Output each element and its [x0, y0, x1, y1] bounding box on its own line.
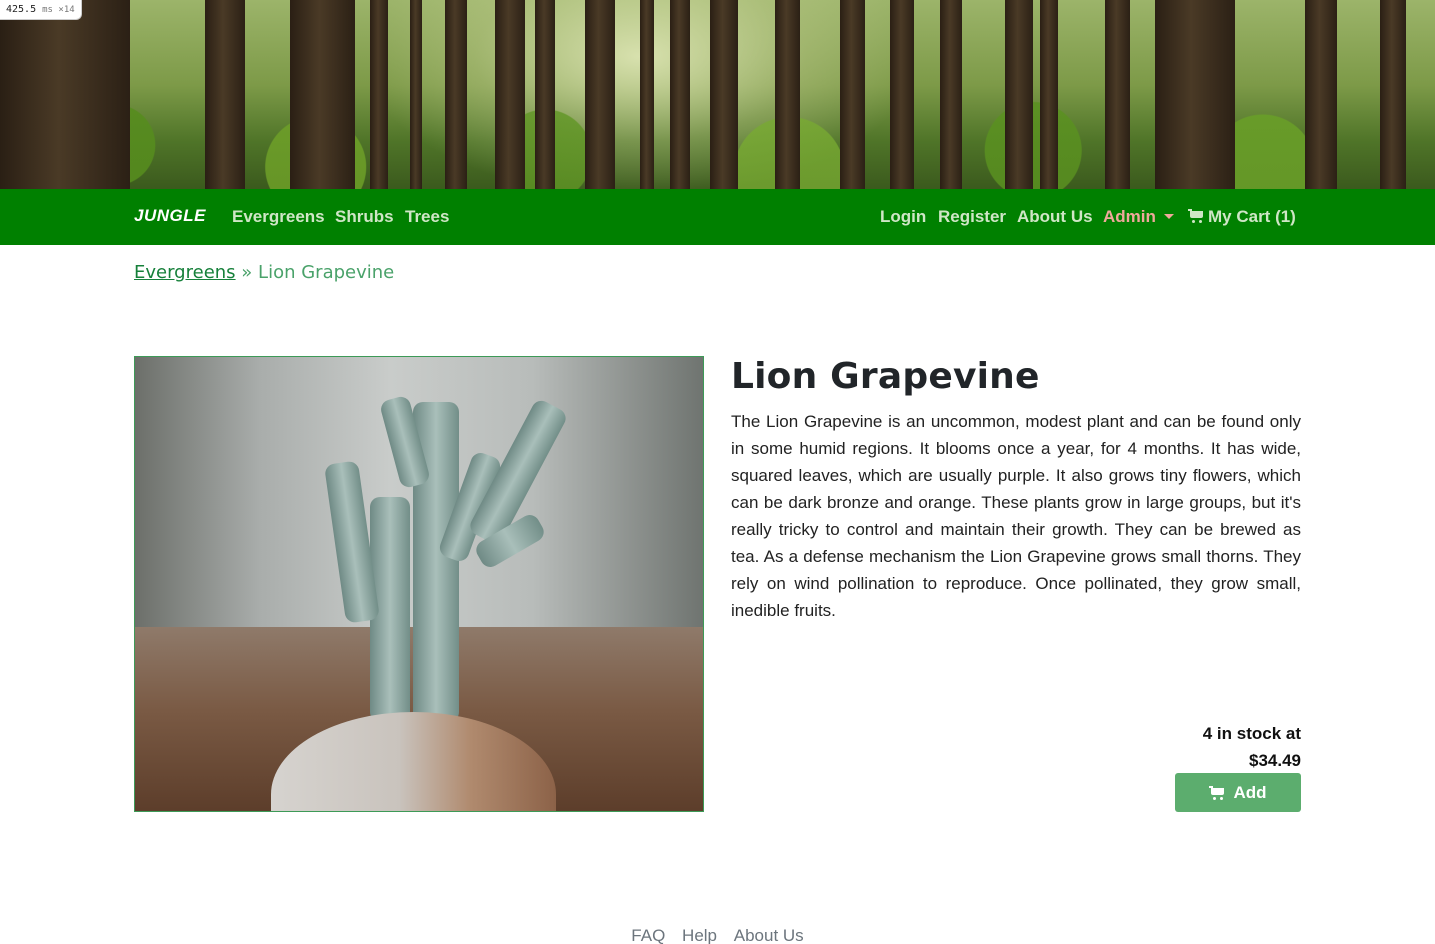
breadcrumb-current: Lion Grapevine: [258, 262, 395, 283]
hero-banner: [0, 0, 1435, 189]
footer: FAQ Help About Us: [0, 926, 1435, 944]
admin-label: Admin: [1103, 207, 1156, 226]
breadcrumb-parent-link[interactable]: Evergreens: [134, 262, 236, 283]
footer-faq-link[interactable]: FAQ: [631, 926, 665, 944]
brand-logo[interactable]: JUNGLE: [134, 206, 206, 226]
nav-trees[interactable]: Trees: [405, 207, 449, 227]
performance-badge: 425.5 ms ×14: [0, 0, 82, 20]
footer-about-link[interactable]: About Us: [734, 926, 804, 944]
footer-help-link[interactable]: Help: [682, 926, 717, 944]
product-title: Lion Grapevine: [731, 356, 1040, 397]
nav-admin-dropdown[interactable]: Admin: [1103, 207, 1174, 227]
stock-price-info: 4 in stock at $34.49: [1101, 720, 1301, 774]
add-to-cart-button[interactable]: Add: [1175, 773, 1301, 812]
breadcrumb-separator: »: [241, 262, 253, 283]
nav-evergreens[interactable]: Evergreens: [232, 207, 325, 227]
nav-login[interactable]: Login: [880, 207, 926, 227]
product-image: [134, 356, 704, 812]
shopping-cart-icon: [1209, 785, 1225, 800]
stock-count: 4 in stock at: [1202, 724, 1301, 743]
product-description: The Lion Grapevine is an uncommon, modes…: [731, 412, 1301, 620]
caret-down-icon: [1163, 214, 1174, 219]
cart-label: My Cart (1): [1208, 207, 1296, 226]
nav-about-us[interactable]: About Us: [1017, 207, 1093, 227]
main-navbar: JUNGLE Evergreens Shrubs Trees Login Reg…: [0, 189, 1435, 245]
shopping-cart-icon: [1188, 209, 1204, 223]
nav-register[interactable]: Register: [938, 207, 1006, 227]
product-price: $34.49: [1249, 751, 1301, 770]
add-button-label: Add: [1233, 782, 1267, 802]
timing-unit: ms ×14: [42, 5, 75, 15]
nav-shrubs[interactable]: Shrubs: [335, 207, 394, 227]
nav-my-cart[interactable]: My Cart (1): [1188, 207, 1296, 227]
breadcrumb: Evergreens » Lion Grapevine: [134, 262, 394, 283]
timing-value: 425.5: [6, 4, 37, 15]
